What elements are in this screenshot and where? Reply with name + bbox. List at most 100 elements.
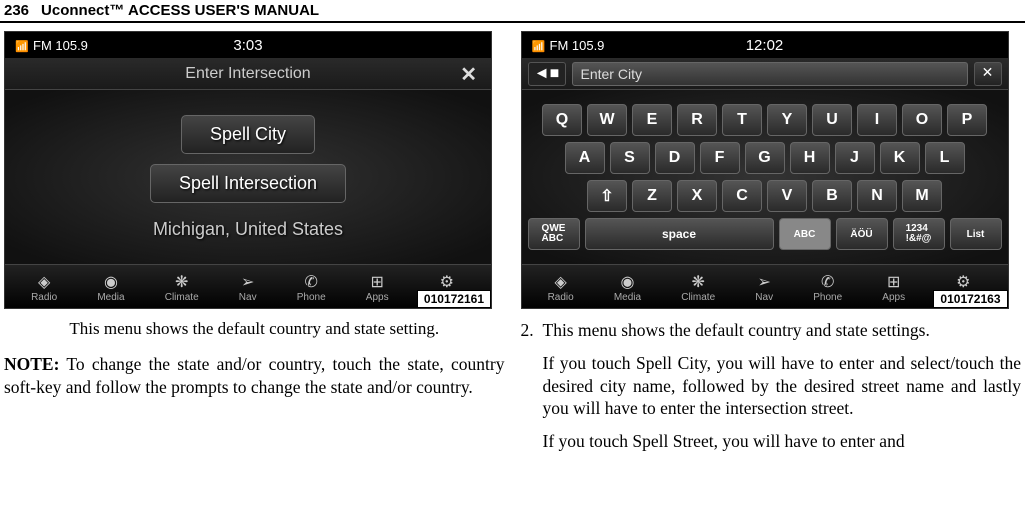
radio-nav[interactable]: ◈Radio [31, 272, 57, 303]
key-o[interactable]: O [902, 104, 942, 136]
note-text: To change the state and/or country, touc… [4, 354, 505, 397]
left-column: 📶 FM 105.9 3:03 Enter Intersection ✕ Spe… [4, 31, 505, 463]
apps-nav[interactable]: ⊞Apps [882, 272, 905, 303]
media-icon: ◉ [620, 272, 634, 292]
spell-city-button[interactable]: Spell City [181, 115, 315, 154]
key-m[interactable]: M [902, 180, 942, 212]
nav-nav[interactable]: ➢Nav [239, 272, 257, 303]
content-columns: 📶 FM 105.9 3:03 Enter Intersection ✕ Spe… [0, 23, 1025, 463]
key-w[interactable]: W [587, 104, 627, 136]
phone-nav[interactable]: ✆Phone [297, 272, 326, 303]
key-b[interactable]: B [812, 180, 852, 212]
phone-icon: ✆ [304, 272, 317, 292]
figure-caption: This menu shows the default country and … [4, 319, 505, 339]
phone-icon: ✆ [821, 272, 834, 292]
climate-nav[interactable]: ❋Climate [165, 272, 199, 303]
spell-intersection-button[interactable]: Spell Intersection [150, 164, 346, 203]
apps-nav[interactable]: ⊞Apps [366, 272, 389, 303]
close-icon[interactable]: ✕ [460, 62, 477, 87]
gear-icon: ⚙ [956, 272, 970, 292]
time-label: 12:02 [746, 37, 784, 54]
media-nav[interactable]: ◉Media [614, 272, 641, 303]
signal-icon: 📶 [532, 40, 544, 50]
climate-icon: ❋ [691, 272, 704, 292]
key-x[interactable]: X [677, 180, 717, 212]
nav-icon: ➢ [241, 272, 254, 292]
kb-row-1: Q W E R T Y U I O P [528, 104, 1002, 136]
key-d[interactable]: D [655, 142, 695, 174]
key-f[interactable]: F [700, 142, 740, 174]
radio-nav[interactable]: ◈Radio [548, 272, 574, 303]
apps-icon: ⊞ [887, 272, 900, 292]
key-v[interactable]: V [767, 180, 807, 212]
nav-nav[interactable]: ➢Nav [755, 272, 773, 303]
para-1: This menu shows the default country and … [543, 319, 1022, 342]
screenshot-1: 📶 FM 105.9 3:03 Enter Intersection ✕ Spe… [4, 31, 492, 309]
key-q[interactable]: Q [542, 104, 582, 136]
input-row: ◄■ Enter City ✕ [522, 58, 1008, 90]
menu-area: Spell City Spell Intersection Michigan, … [5, 90, 491, 264]
key-qwe-abc[interactable]: QWE ABC [528, 218, 580, 250]
location-label[interactable]: Michigan, United States [153, 219, 343, 240]
media-nav[interactable]: ◉Media [97, 272, 124, 303]
list-number: 2. [521, 319, 543, 463]
key-e[interactable]: E [632, 104, 672, 136]
note-paragraph: NOTE: To change the state and/or country… [4, 353, 505, 399]
key-abc[interactable]: ABC [779, 218, 831, 250]
right-column: 📶 FM 105.9 12:02 ◄■ Enter City ✕ Q W E R… [521, 31, 1022, 463]
key-r[interactable]: R [677, 104, 717, 136]
key-n[interactable]: N [857, 180, 897, 212]
media-icon: ◉ [104, 272, 118, 292]
climate-nav[interactable]: ❋Climate [681, 272, 715, 303]
status-bar: 📶 FM 105.9 12:02 [522, 32, 1008, 58]
key-y[interactable]: Y [767, 104, 807, 136]
key-s[interactable]: S [610, 142, 650, 174]
key-u[interactable]: U [812, 104, 852, 136]
key-list[interactable]: List [950, 218, 1002, 250]
gear-icon: ⚙ [440, 272, 454, 292]
screenshot-2: 📶 FM 105.9 12:02 ◄■ Enter City ✕ Q W E R… [521, 31, 1009, 309]
station-label: FM 105.9 [33, 38, 88, 53]
phone-nav[interactable]: ✆Phone [813, 272, 842, 303]
key-k[interactable]: K [880, 142, 920, 174]
time-label: 3:03 [233, 37, 262, 54]
key-z[interactable]: Z [632, 180, 672, 212]
station-label: FM 105.9 [550, 38, 605, 53]
list-item: 2. This menu shows the default country a… [521, 319, 1022, 463]
signal-icon: 📶 [15, 40, 27, 50]
list-content: This menu shows the default country and … [543, 319, 1022, 463]
clear-button[interactable]: ✕ [974, 62, 1002, 86]
page-header: 236 Uconnect™ ACCESS USER'S MANUAL [0, 0, 1025, 23]
nav-icon: ➢ [757, 272, 770, 292]
key-t[interactable]: T [722, 104, 762, 136]
radio-icon: ◈ [38, 272, 50, 292]
key-h[interactable]: H [790, 142, 830, 174]
city-input[interactable]: Enter City [572, 62, 968, 86]
apps-icon: ⊞ [370, 272, 383, 292]
title-bar: Enter Intersection ✕ [5, 58, 491, 90]
page-number: 236 [0, 2, 41, 19]
climate-icon: ❋ [175, 272, 188, 292]
kb-row-4: QWE ABC space ABC ÄÖÜ 1234 !&#@ List [528, 218, 1002, 250]
key-shift[interactable]: ⇧ [587, 180, 627, 212]
key-a[interactable]: A [565, 142, 605, 174]
para-2: If you touch Spell City, you will have t… [543, 352, 1022, 420]
key-i[interactable]: I [857, 104, 897, 136]
image-id: 010172163 [933, 290, 1007, 308]
status-left: 📶 FM 105.9 [15, 38, 88, 53]
kb-row-3: ⇧ Z X C V B N M [528, 180, 1002, 212]
key-p[interactable]: P [947, 104, 987, 136]
key-numbers[interactable]: 1234 !&#@ [893, 218, 945, 250]
note-label: NOTE: [4, 354, 59, 374]
key-c[interactable]: C [722, 180, 762, 212]
key-j[interactable]: J [835, 142, 875, 174]
key-l[interactable]: L [925, 142, 965, 174]
keyboard-area: Q W E R T Y U I O P A S D F G H [522, 90, 1008, 264]
kb-row-2: A S D F G H J K L [528, 142, 1002, 174]
back-button[interactable]: ◄■ [528, 62, 566, 86]
key-umlaut[interactable]: ÄÖÜ [836, 218, 888, 250]
para-3: If you touch Spell Street, you will have… [543, 430, 1022, 453]
key-space[interactable]: space [585, 218, 774, 250]
radio-icon: ◈ [554, 272, 566, 292]
key-g[interactable]: G [745, 142, 785, 174]
